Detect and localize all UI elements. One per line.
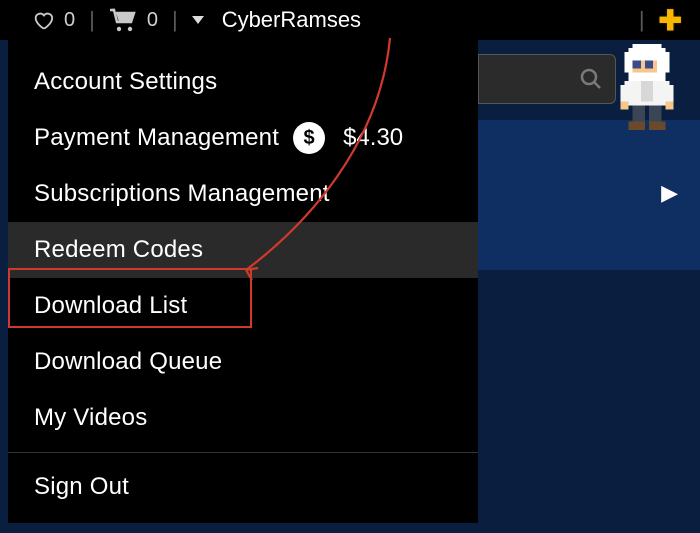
menu-item-label: Download List — [34, 292, 187, 320]
cart-icon — [109, 8, 137, 32]
balance-amount: $4.30 — [343, 124, 403, 152]
divider: | — [639, 7, 645, 33]
menu-item-label: Payment Management — [34, 124, 279, 152]
caret-down-icon — [192, 16, 204, 24]
heart-icon — [32, 9, 54, 31]
search-icon — [579, 67, 603, 91]
cart-count: 0 — [147, 9, 158, 32]
pixel-avatar — [620, 44, 678, 134]
menu-item-subscriptions[interactable]: Subscriptions Management — [8, 166, 478, 222]
menu-item-redeem-codes[interactable]: Redeem Codes — [8, 222, 478, 278]
divider: | — [172, 7, 178, 33]
menu-item-account-settings[interactable]: Account Settings — [8, 54, 478, 110]
menu-item-label: Account Settings — [34, 68, 217, 96]
plus-button[interactable]: ✚ — [659, 4, 682, 37]
menu-item-download-queue[interactable]: Download Queue — [8, 334, 478, 390]
chevron-right-icon[interactable]: ▶ — [661, 180, 678, 206]
plus-icon: ✚ — [659, 4, 682, 37]
divider: | — [89, 7, 95, 33]
user-menu-trigger[interactable]: CyberRamses — [192, 7, 361, 33]
dollar-icon: $ — [293, 122, 325, 154]
menu-item-sign-out[interactable]: Sign Out — [8, 459, 478, 515]
wishlist-count: 0 — [64, 9, 75, 32]
user-dropdown-menu: Account Settings Payment Management $ $4… — [8, 40, 478, 523]
menu-item-label: Sign Out — [34, 473, 129, 501]
menu-item-payment-management[interactable]: Payment Management $ $4.30 — [8, 110, 478, 166]
menu-item-label: Subscriptions Management — [34, 180, 330, 208]
content-band: ▶ — [478, 120, 700, 270]
menu-divider — [8, 452, 478, 453]
menu-item-label: Redeem Codes — [34, 236, 203, 264]
menu-item-label: My Videos — [34, 404, 147, 432]
menu-item-download-list[interactable]: Download List — [8, 278, 478, 334]
menu-item-my-videos[interactable]: My Videos — [8, 390, 478, 446]
wishlist-button[interactable]: 0 — [32, 9, 75, 32]
search-field[interactable] — [478, 54, 616, 104]
top-bar: 0 | 0 | CyberRamses | ✚ — [0, 0, 700, 40]
cart-button[interactable]: 0 — [109, 8, 158, 32]
menu-item-label: Download Queue — [34, 348, 222, 376]
username-label: CyberRamses — [222, 7, 361, 33]
